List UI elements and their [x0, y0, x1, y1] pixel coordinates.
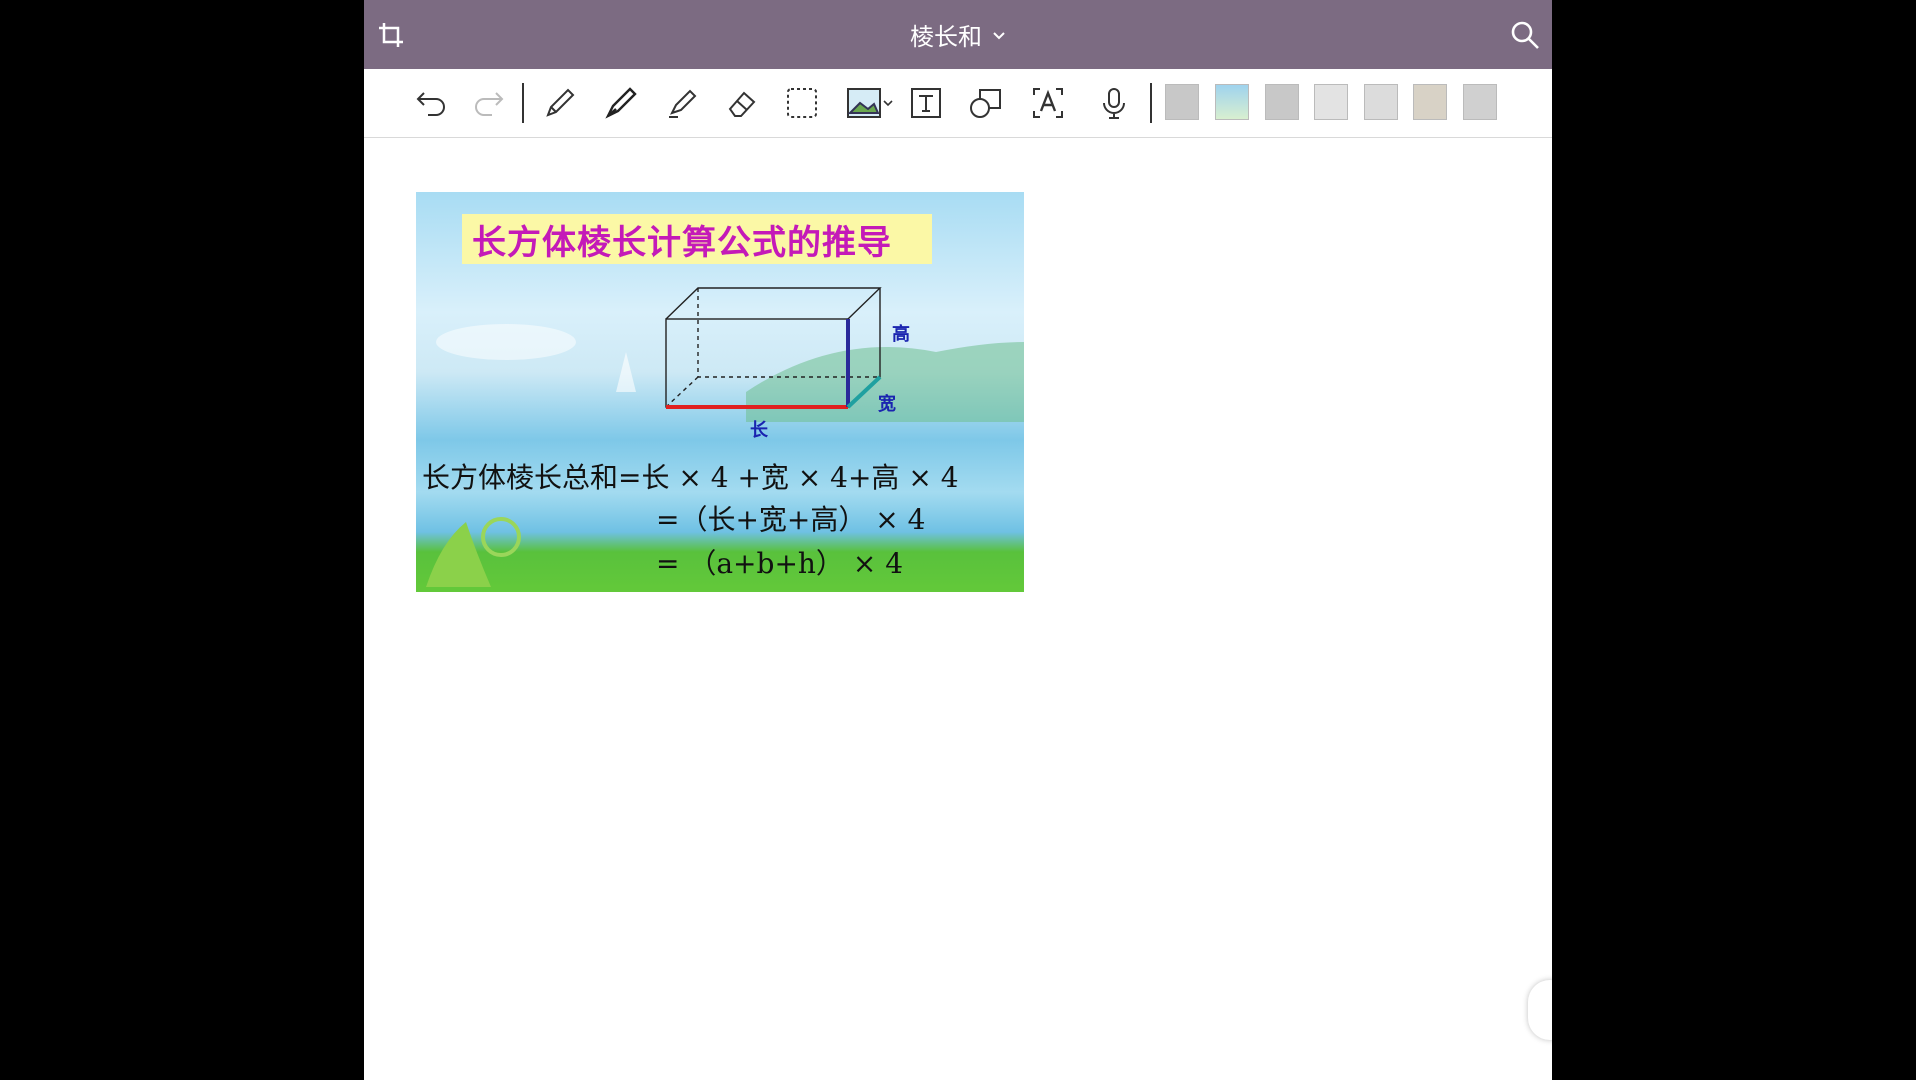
- note-canvas[interactable]: 长方体棱长计算公式的推导 高 宽 长 长方体棱长总和=长 × 4 +宽 × 4+…: [364, 138, 1552, 1080]
- formula-line-1: 长方体棱长总和=长 × 4 +宽 × 4+高 × 4: [422, 461, 959, 494]
- page-thumbnail[interactable]: [1265, 84, 1299, 120]
- notes-app-window: 棱长和 长方体棱长计算公式的推导 高 宽 长 长方体棱长总和=长 × 4 +宽 …: [364, 0, 1552, 1080]
- formula-line-2: =（长+宽+高） × 4: [656, 503, 926, 536]
- page-thumbnail[interactable]: [1364, 84, 1398, 120]
- text-box-icon[interactable]: [904, 81, 948, 125]
- page-thumbnail[interactable]: [1413, 84, 1447, 120]
- search-icon[interactable]: [1508, 18, 1542, 52]
- toolbar-divider: [522, 83, 524, 123]
- title-bar: 棱长和: [364, 0, 1552, 69]
- scroll-handle[interactable]: [1528, 980, 1552, 1040]
- undo-icon[interactable]: [410, 81, 454, 125]
- image-insert-icon[interactable]: [842, 81, 898, 125]
- height-label: 高: [892, 324, 910, 345]
- page-thumbnail[interactable]: [1165, 84, 1199, 120]
- lasso-select-icon[interactable]: [780, 81, 824, 125]
- microphone-icon[interactable]: [1092, 81, 1136, 125]
- formula-line-3: = （a+b+h） × 4: [656, 547, 904, 580]
- width-label: 宽: [878, 394, 896, 415]
- eraser-icon[interactable]: [720, 81, 764, 125]
- fountain-pen-icon[interactable]: [599, 81, 643, 125]
- document-title-dropdown[interactable]: 棱长和: [364, 0, 1552, 69]
- document-title: 棱长和: [910, 23, 982, 51]
- drawing-toolbar: [364, 69, 1552, 138]
- chevron-down-icon: [992, 21, 1006, 49]
- text-recognition-icon[interactable]: [1026, 81, 1070, 125]
- length-label: 长: [750, 420, 768, 441]
- redo-icon[interactable]: [466, 81, 510, 125]
- page-thumbnail[interactable]: [1314, 84, 1348, 120]
- pen-icon[interactable]: [538, 81, 582, 125]
- slide-image[interactable]: 长方体棱长计算公式的推导 高 宽 长 长方体棱长总和=长 × 4 +宽 × 4+…: [416, 192, 1024, 592]
- page-thumbnail[interactable]: [1463, 84, 1497, 120]
- page-thumbnail[interactable]: [1215, 84, 1249, 120]
- toolbar-divider: [1150, 83, 1152, 123]
- highlighter-icon[interactable]: [660, 81, 704, 125]
- shape-icon[interactable]: [964, 81, 1008, 125]
